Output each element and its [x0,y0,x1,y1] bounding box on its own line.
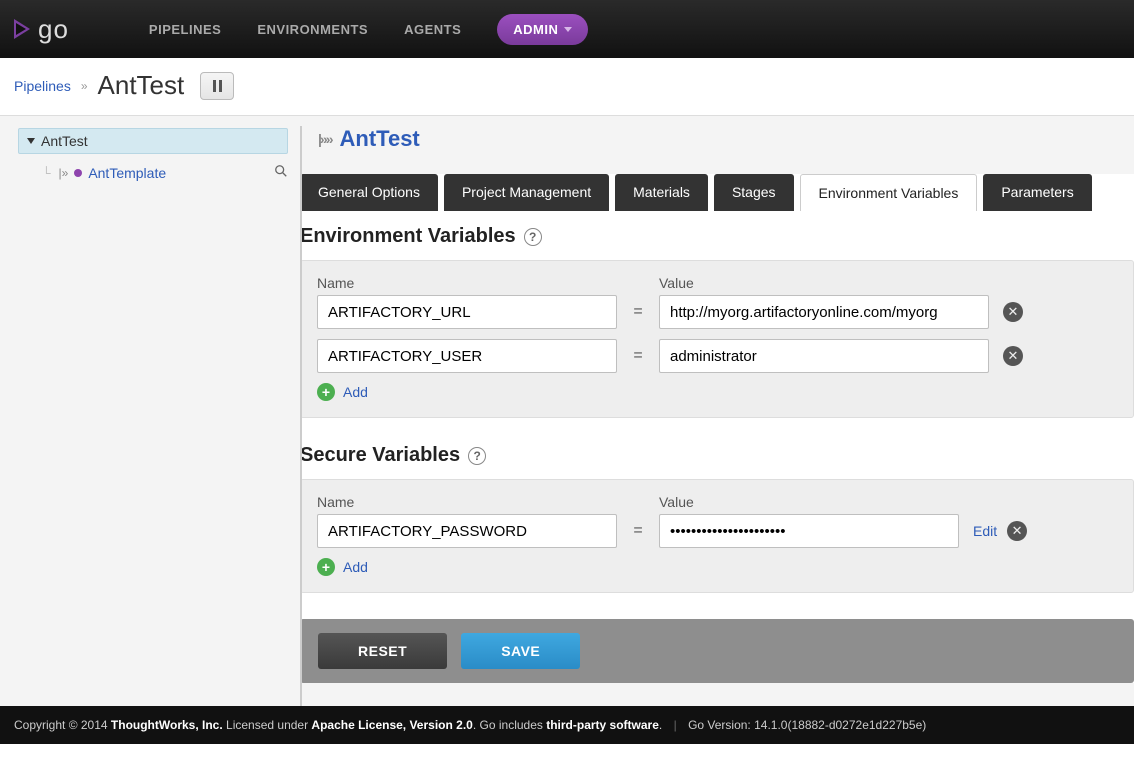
tab-general-options[interactable]: General Options [300,174,438,211]
env-value-input[interactable] [659,339,989,373]
footer-third-party: third-party software [546,718,659,732]
env-add-label: Add [343,384,368,400]
equals-sign: = [617,303,659,321]
tree-node-label: AntTest [41,133,88,149]
secure-name-header: Name [317,494,617,510]
tree-branch-icon: └ [42,166,51,180]
env-name-input[interactable] [317,339,617,373]
pane-title-row: |»» AntTest [300,126,1134,174]
search-icon[interactable] [274,164,288,181]
logo-icon [14,19,30,39]
nav-environments[interactable]: ENVIRONMENTS [257,22,368,37]
env-add-row[interactable]: + Add [317,383,1117,401]
env-var-row: = ✕ [317,339,1117,373]
env-var-row: = ✕ [317,295,1117,329]
secure-var-row: = Edit ✕ [317,514,1117,548]
top-nav: go PIPELINES ENVIRONMENTS AGENTS ADMIN [0,0,1134,58]
template-icon: |» [59,166,69,180]
delete-button[interactable]: ✕ [1007,521,1027,541]
secure-add-label: Add [343,559,368,575]
footer-company: ThoughtWorks, Inc. [111,718,223,732]
sidebar: AntTest └ |» AntTemplate [0,116,300,706]
caret-down-icon [27,138,35,144]
equals-sign: = [617,347,659,365]
env-vars-box: Name Value = ✕ = ✕ [300,260,1134,418]
tab-parameters[interactable]: Parameters [983,174,1091,211]
secure-name-input[interactable] [317,514,617,548]
tab-project-management[interactable]: Project Management [444,174,609,211]
env-name-header: Name [317,275,617,291]
logo[interactable]: go [14,14,69,45]
secure-vars-box: Name Value = Edit ✕ + Add [300,479,1134,593]
secure-value-input[interactable] [659,514,959,548]
divider [300,126,302,706]
tab-environment-variables[interactable]: Environment Variables [800,174,978,211]
status-dot-icon [74,169,82,177]
content-pane: |»» AntTest General Options Project Mana… [300,116,1134,706]
equals-sign: = [617,522,659,540]
tree-child-label: AntTemplate [88,165,166,181]
help-icon[interactable]: ? [524,228,542,246]
env-name-input[interactable] [317,295,617,329]
reset-button[interactable]: RESET [318,633,447,669]
chevron-down-icon [564,27,572,32]
delete-button[interactable]: ✕ [1003,302,1023,322]
tree-child-anttemplate[interactable]: └ |» AntTemplate [42,164,288,181]
plus-icon: + [317,558,335,576]
action-bar: RESET SAVE [300,619,1134,683]
env-value-header: Value [659,275,1117,291]
delete-button[interactable]: ✕ [1003,346,1023,366]
footer: Copyright © 2014 ThoughtWorks, Inc. Lice… [0,706,1134,744]
secure-add-row[interactable]: + Add [317,558,1117,576]
pipeline-icon: |»» [318,131,332,147]
nav-admin-label: ADMIN [513,22,558,37]
nav-admin[interactable]: ADMIN [497,14,588,45]
plus-icon: + [317,383,335,401]
edit-link[interactable]: Edit [973,523,997,539]
tab-materials[interactable]: Materials [615,174,708,211]
nav-agents[interactable]: AGENTS [404,22,461,37]
tree-node-anttest[interactable]: AntTest [18,128,288,154]
help-icon[interactable]: ? [468,447,486,465]
breadcrumb-sep: » [81,79,88,93]
tabs: General Options Project Management Mater… [300,174,1134,211]
pane-title: AntTest [340,126,420,152]
pause-button[interactable] [200,72,234,100]
logo-text: go [38,14,69,45]
main: AntTest └ |» AntTemplate |»» AntTest Gen… [0,116,1134,706]
env-section-title: Environment Variables ? [300,225,1134,248]
panel-body: Environment Variables ? Name Value = ✕ [300,211,1134,683]
nav-pipelines[interactable]: PIPELINES [149,22,221,37]
breadcrumb-title: AntTest [98,70,185,101]
secure-value-header: Value [659,494,1117,510]
footer-license: Apache License, Version 2.0 [311,718,472,732]
env-value-input[interactable] [659,295,989,329]
breadcrumb-bar: Pipelines » AntTest [0,58,1134,116]
footer-version-label: Go Version: [688,718,754,732]
pause-icon [213,80,216,92]
save-button[interactable]: SAVE [461,633,580,669]
footer-version: 14.1.0(18882-d0272e1d227b5e) [754,718,926,732]
tab-stages[interactable]: Stages [714,174,794,211]
secure-section-title: Secure Variables ? [300,444,1134,467]
nav-items: PIPELINES ENVIRONMENTS AGENTS ADMIN [149,14,588,45]
breadcrumb-root[interactable]: Pipelines [14,78,71,94]
